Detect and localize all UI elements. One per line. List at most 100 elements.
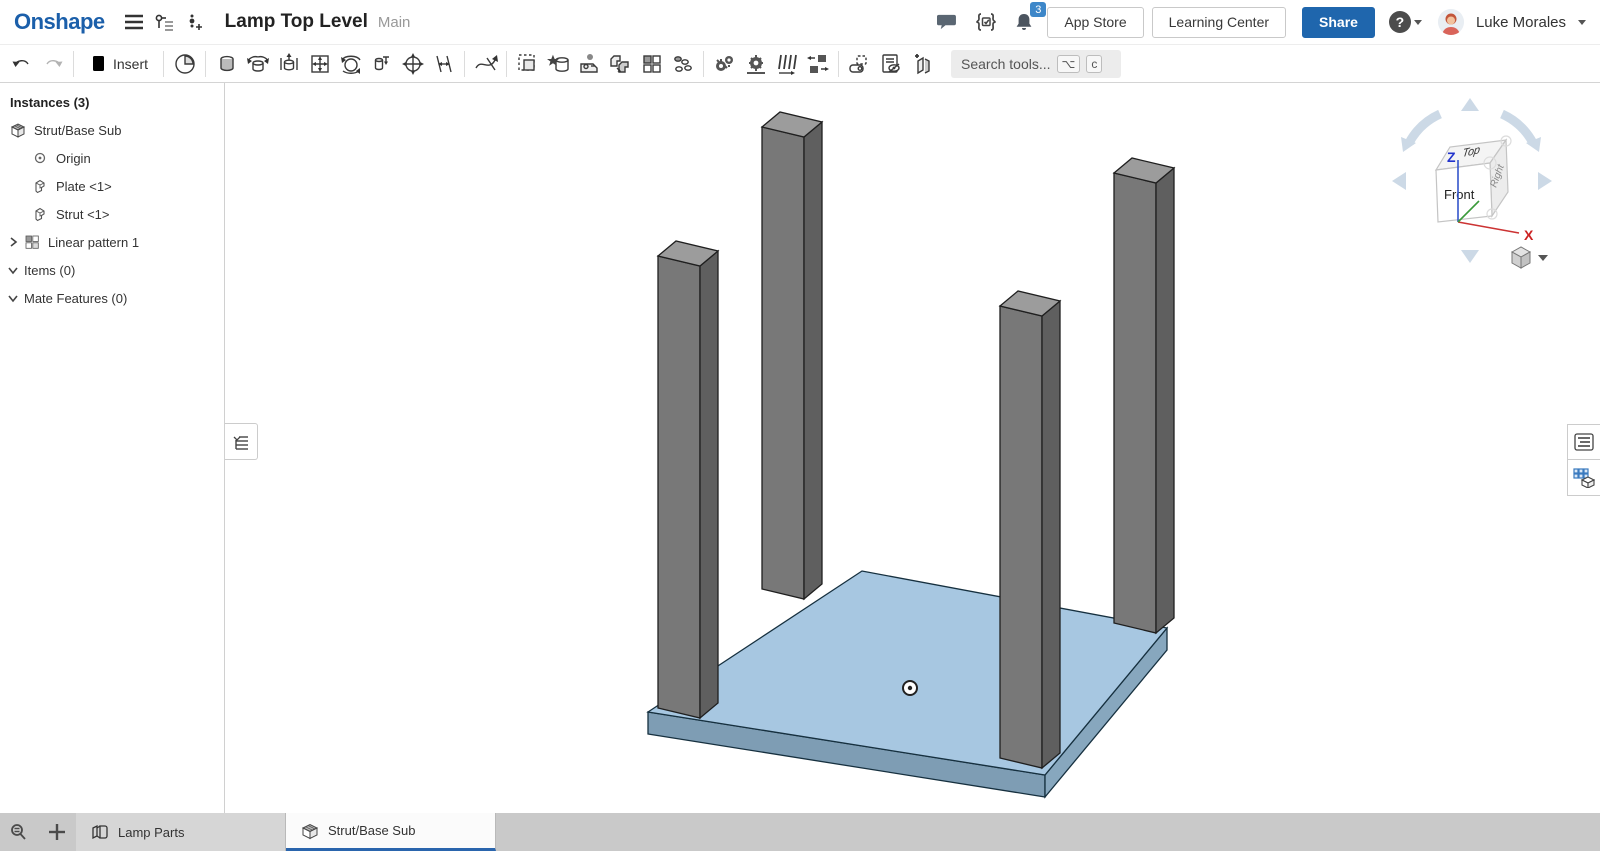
axis-x-label: X	[1524, 227, 1534, 243]
assembly-icon	[8, 121, 28, 139]
view-cube-widget[interactable]: Top Front Right Z X	[1392, 98, 1552, 268]
search-tools-placeholder: Search tools...	[961, 56, 1051, 72]
undo-icon[interactable]	[6, 49, 37, 79]
tree-item-label: Origin	[56, 151, 91, 166]
workspace-name[interactable]: Main	[378, 14, 411, 31]
display-states-icon[interactable]	[875, 49, 906, 79]
shortcut-key-c: c	[1086, 55, 1102, 73]
tree-section-label: Items (0)	[24, 263, 75, 278]
tree-item-label: Strut <1>	[56, 207, 109, 222]
share-button[interactable]: Share	[1302, 7, 1375, 38]
strut-instance-1[interactable]	[658, 241, 718, 718]
user-menu-caret-icon[interactable]	[1578, 20, 1586, 25]
learning-center-button[interactable]: Learning Center	[1152, 7, 1286, 38]
bom-table-icon[interactable]	[1567, 460, 1600, 496]
app-store-button[interactable]: App Store	[1047, 7, 1143, 38]
linear-pattern-icon	[22, 234, 42, 250]
tab-label: Strut/Base Sub	[328, 823, 415, 838]
parallel-mate-icon[interactable]	[428, 49, 459, 79]
part-icon	[30, 177, 50, 195]
notifications-bell-icon[interactable]: 3	[1009, 7, 1039, 37]
ball-mate-icon[interactable]	[335, 49, 366, 79]
mate-icon[interactable]	[169, 49, 200, 79]
configuration-panel-icon[interactable]	[1567, 424, 1600, 460]
tree-section-label: Mate Features (0)	[24, 291, 127, 306]
tab-label: Lamp Parts	[118, 825, 184, 840]
tree-item-origin[interactable]: Origin	[0, 144, 224, 172]
tree-section-items[interactable]: Items (0)	[0, 256, 224, 284]
view-cube-front-label[interactable]: Front	[1444, 187, 1475, 202]
circular-pattern-icon[interactable]	[667, 49, 698, 79]
user-avatar[interactable]	[1438, 9, 1464, 35]
tab-lamp-parts[interactable]: Lamp Parts	[76, 813, 286, 851]
chevron-down-icon[interactable]	[4, 264, 22, 276]
strut-instance-3[interactable]	[1000, 291, 1060, 768]
revolute-mate-icon[interactable]	[242, 49, 273, 79]
instances-header: Instances (3)	[0, 83, 224, 116]
feature-list-toggle-button[interactable]	[225, 423, 258, 460]
pin-slot-mate-icon[interactable]	[366, 49, 397, 79]
origin-marker[interactable]	[903, 681, 917, 695]
main-menu-icon[interactable]	[119, 7, 149, 37]
screw-relation-icon[interactable]	[802, 49, 833, 79]
gear-relation-icon[interactable]	[740, 49, 771, 79]
tree-item-label: Strut/Base Sub	[34, 123, 121, 138]
planar-mate-icon[interactable]	[304, 49, 335, 79]
chevron-right-icon[interactable]	[4, 236, 22, 248]
replicate-icon[interactable]	[574, 49, 605, 79]
tree-item-linear-pattern[interactable]: Linear pattern 1	[0, 228, 224, 256]
tree-item-strut[interactable]: Strut <1>	[0, 200, 224, 228]
document-tab-bar: Lamp Parts Strut/Base Sub	[0, 813, 1600, 851]
insert-button[interactable]: Insert	[79, 49, 158, 79]
strut-instance-2[interactable]	[762, 112, 822, 599]
tree-item-label: Plate <1>	[56, 179, 112, 194]
tree-item-plate[interactable]: Plate <1>	[0, 172, 224, 200]
search-tools-input[interactable]: Search tools... ⌥ c	[951, 50, 1121, 78]
rack-pinion-relation-icon[interactable]	[771, 49, 802, 79]
chevron-down-icon[interactable]	[4, 292, 22, 304]
tab-strut-base-sub[interactable]: Strut/Base Sub	[286, 813, 496, 851]
mate-connector-icon[interactable]	[543, 49, 574, 79]
notification-count-badge: 3	[1030, 2, 1046, 17]
group-icon[interactable]	[512, 49, 543, 79]
help-icon[interactable]: ?	[1389, 11, 1411, 33]
view-mode-dropdown[interactable]	[1512, 247, 1548, 268]
slider-mate-icon[interactable]	[273, 49, 304, 79]
3d-model-canvas[interactable]: Top Front Right Z X	[226, 83, 1600, 813]
mate-relations-icon[interactable]	[709, 49, 740, 79]
fastened-mate-icon[interactable]	[211, 49, 242, 79]
help-caret-icon	[1414, 20, 1422, 25]
instances-panel: Instances (3) Strut/Base Sub Origin Plat…	[0, 83, 225, 813]
exploded-view-icon[interactable]	[844, 49, 875, 79]
shortcut-key-option: ⌥	[1057, 55, 1081, 73]
create-version-icon[interactable]	[179, 7, 209, 37]
axis-z-label: Z	[1447, 149, 1456, 165]
redo-icon[interactable]	[37, 49, 68, 79]
document-title: Lamp Top Level	[225, 11, 368, 33]
tree-item-label: Linear pattern 1	[48, 235, 139, 250]
app-header: Onshape Lamp Top Level Main 3 App Store …	[0, 0, 1600, 45]
assembly-toolbar: Insert	[0, 45, 1600, 83]
versions-history-icon[interactable]	[149, 7, 179, 37]
cylindrical-mate-icon[interactable]	[397, 49, 428, 79]
origin-icon	[30, 151, 50, 165]
part-icon	[30, 205, 50, 223]
tab-search-icon[interactable]	[0, 813, 38, 851]
add-tab-icon[interactable]	[38, 813, 76, 851]
onshape-logo[interactable]: Onshape	[14, 9, 105, 35]
in-context-icon[interactable]	[605, 49, 636, 79]
graphics-viewport[interactable]: Top Front Right Z X	[226, 83, 1600, 813]
configurations-icon[interactable]	[906, 49, 937, 79]
feedback-code-check-icon[interactable]	[971, 7, 1001, 37]
strut-instance-4[interactable]	[1114, 158, 1174, 633]
user-name[interactable]: Luke Morales	[1476, 14, 1566, 31]
comments-icon[interactable]	[933, 7, 963, 37]
right-panel-buttons	[1567, 424, 1600, 496]
part-studio-icon	[90, 822, 110, 842]
insert-label: Insert	[113, 56, 148, 72]
tree-section-mate-features[interactable]: Mate Features (0)	[0, 284, 224, 312]
tree-item-assembly-root[interactable]: Strut/Base Sub	[0, 116, 224, 144]
tangent-mate-icon[interactable]	[470, 49, 501, 79]
linear-pattern-icon[interactable]	[636, 49, 667, 79]
help-menu[interactable]: ?	[1389, 11, 1422, 33]
